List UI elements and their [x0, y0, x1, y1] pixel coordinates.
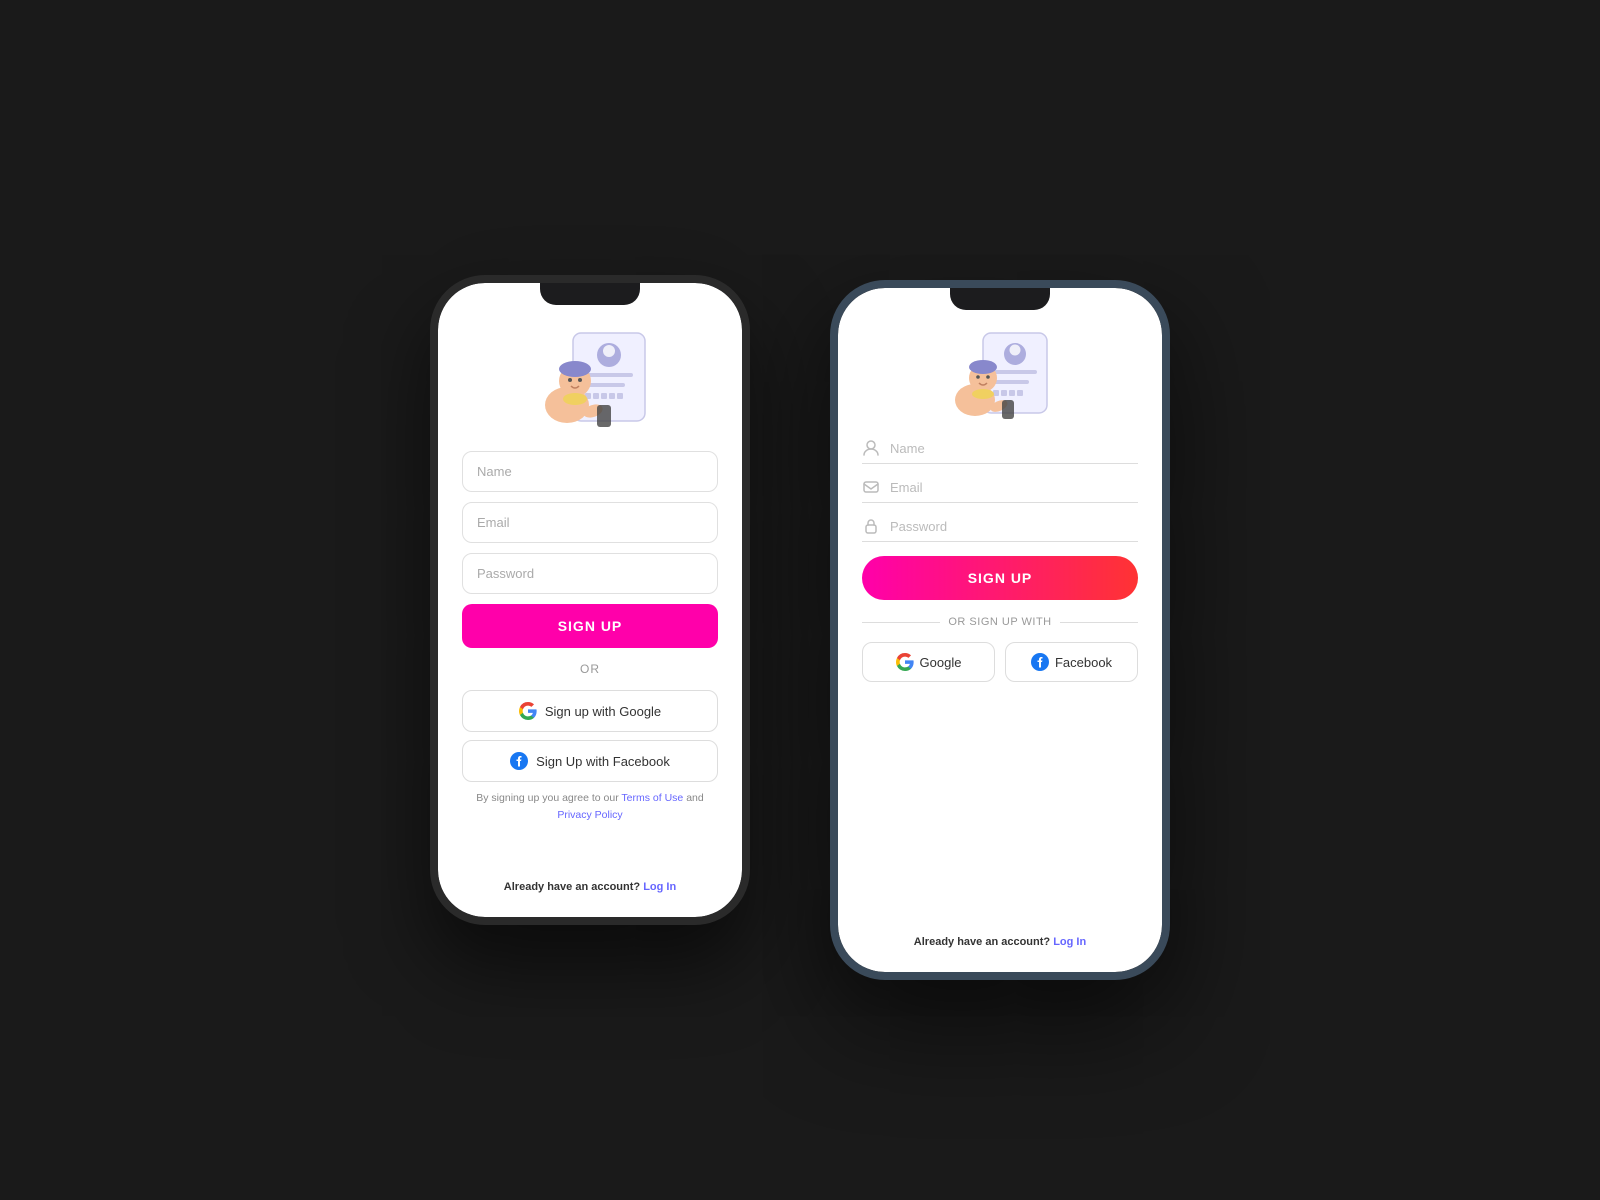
signup-button-left[interactable]: SIGN UP — [462, 604, 718, 648]
or-line-right — [1060, 622, 1138, 623]
google-icon-right — [896, 653, 914, 671]
email-input-right[interactable] — [890, 480, 1138, 495]
lock-icon — [862, 517, 880, 535]
screen-left: SIGN UP OR Sign up with Google — [438, 283, 742, 917]
scene: SIGN UP OR Sign up with Google — [430, 220, 1170, 980]
password-input-left[interactable] — [462, 553, 718, 594]
login-link-right[interactable]: Log In — [1053, 936, 1086, 948]
login-link-left[interactable]: Log In — [643, 881, 676, 893]
illustration-right — [945, 328, 1055, 423]
email-row-right — [862, 478, 1138, 503]
notch-right — [950, 288, 1050, 310]
password-row-right — [862, 517, 1138, 542]
name-input-right[interactable] — [890, 441, 1138, 456]
terms-section: By signing up you agree to our Terms of … — [462, 790, 718, 824]
email-icon — [862, 478, 880, 496]
google-icon — [519, 702, 537, 720]
google-button-right[interactable]: Google — [862, 642, 995, 682]
email-input-left[interactable] — [462, 502, 718, 543]
google-label-left: Sign up with Google — [545, 704, 661, 719]
notch-left — [540, 283, 640, 305]
or-divider-left: OR — [580, 662, 600, 676]
or-divider-right: OR SIGN UP WITH — [862, 616, 1138, 628]
facebook-label-left: Sign Up with Facebook — [536, 754, 670, 769]
signup-button-right[interactable]: SIGN UP — [862, 556, 1138, 600]
password-input-right[interactable] — [890, 519, 1138, 534]
social-buttons-right: Google Facebook — [862, 642, 1138, 682]
google-button-left[interactable]: Sign up with Google — [462, 690, 718, 732]
facebook-icon-left — [510, 752, 528, 770]
name-input-left[interactable] — [462, 451, 718, 492]
facebook-icon-right — [1031, 653, 1049, 671]
name-row-right — [862, 439, 1138, 464]
illustration-left — [525, 323, 655, 433]
login-row-right: Already have an account? Log In — [914, 936, 1086, 948]
person-icon — [862, 439, 880, 457]
facebook-button-right[interactable]: Facebook — [1005, 642, 1138, 682]
screen-right: SIGN UP OR SIGN UP WITH Google — [838, 288, 1162, 972]
privacy-link[interactable]: Privacy Policy — [557, 809, 622, 821]
login-row-left: Already have an account? Log In — [504, 881, 676, 893]
phone-left: SIGN UP OR Sign up with Google — [430, 275, 750, 925]
facebook-label-right: Facebook — [1055, 655, 1112, 670]
phone-right: SIGN UP OR SIGN UP WITH Google — [830, 280, 1170, 980]
or-line-left — [862, 622, 940, 623]
terms-link[interactable]: Terms of Use — [621, 792, 683, 804]
or-label-right: OR SIGN UP WITH — [948, 616, 1051, 628]
google-label-right: Google — [920, 655, 962, 670]
facebook-button-left[interactable]: Sign Up with Facebook — [462, 740, 718, 782]
